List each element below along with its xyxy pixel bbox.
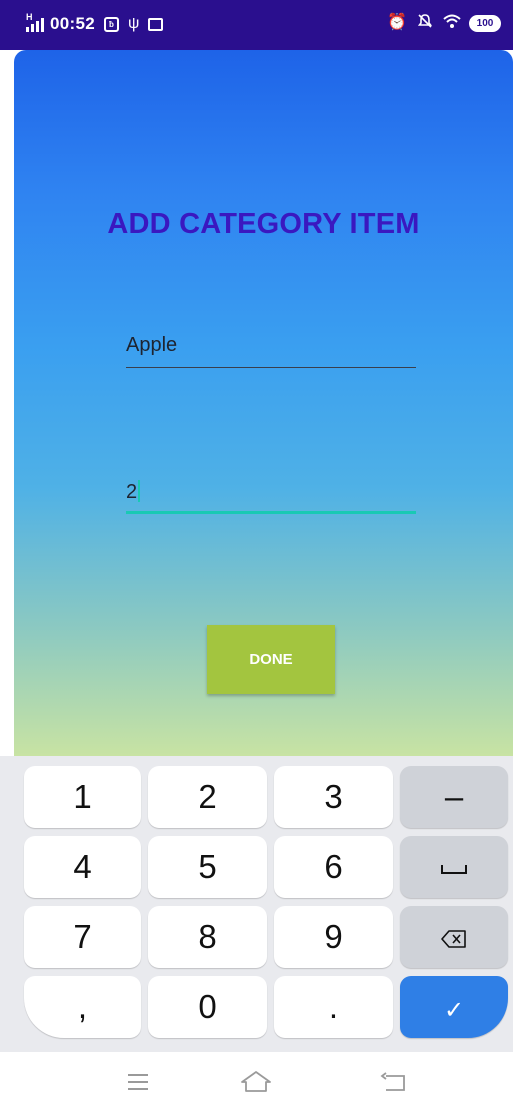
key-6[interactable]: 6 (274, 836, 393, 898)
clock-time: 00:52 (50, 14, 95, 33)
key-0[interactable]: 0 (148, 976, 267, 1038)
item-name-value: Apple (126, 334, 178, 356)
menu-icon[interactable] (120, 1068, 156, 1096)
alarm-icon: ⏰ (387, 14, 407, 31)
key-dash[interactable]: – (400, 766, 508, 828)
key-3[interactable]: 3 (274, 766, 393, 828)
item-quantity-field[interactable]: 2 (126, 474, 416, 514)
space-icon (441, 864, 467, 874)
key-comma[interactable]: , (24, 976, 141, 1038)
message-icon (148, 17, 164, 31)
backspace-icon (441, 930, 467, 949)
signal-icon: H (26, 12, 44, 34)
check-icon: ✓ (443, 997, 465, 1024)
key-5[interactable]: 5 (148, 836, 267, 898)
numeric-keyboard: 1 2 3 – 4 5 6 7 8 9 , 0 . ✓ (0, 756, 513, 1052)
key-enter[interactable]: ✓ (400, 976, 508, 1038)
back-icon[interactable] (378, 1068, 414, 1096)
status-right: ⏰ 100 (377, 13, 501, 33)
status-bar: H 00:52 ƀ ψ ⏰ 100 (0, 0, 513, 50)
done-button[interactable]: DONE (207, 625, 335, 694)
page-title: ADD CATEGORY ITEM (107, 208, 420, 240)
wifi-icon (443, 14, 461, 33)
key-space[interactable] (400, 836, 508, 898)
bluetooth-app-icon: ƀ (103, 16, 119, 32)
key-2[interactable]: 2 (148, 766, 267, 828)
usb-icon: ψ (127, 15, 140, 32)
app-screen: ADD CATEGORY ITEM Apple 2 DONE (14, 50, 513, 756)
battery-indicator: 100 (469, 14, 501, 32)
text-cursor (138, 480, 141, 502)
silent-icon (417, 13, 433, 33)
key-backspace[interactable] (400, 906, 508, 968)
network-type-label: H (26, 12, 33, 22)
key-7[interactable]: 7 (24, 906, 141, 968)
key-9[interactable]: 9 (274, 906, 393, 968)
item-quantity-value: 2 (126, 481, 138, 503)
item-quantity-wrap: 2 (126, 480, 141, 504)
status-left: H 00:52 ƀ ψ (26, 12, 164, 34)
key-4[interactable]: 4 (24, 836, 141, 898)
home-icon[interactable] (238, 1068, 274, 1096)
key-8[interactable]: 8 (148, 906, 267, 968)
key-1[interactable]: 1 (24, 766, 141, 828)
key-period[interactable]: . (274, 976, 393, 1038)
item-name-field[interactable]: Apple (126, 328, 416, 368)
system-nav-bar (0, 1052, 513, 1113)
